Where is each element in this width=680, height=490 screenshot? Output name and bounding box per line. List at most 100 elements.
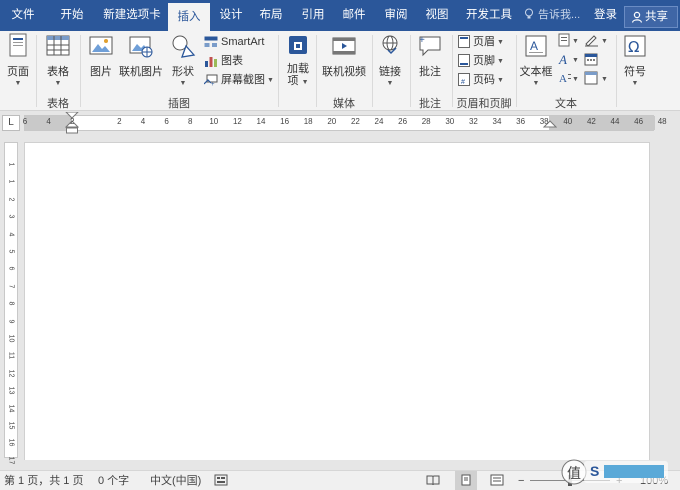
ruler-number: 6 <box>22 117 28 126</box>
share-button[interactable]: 共享 <box>624 6 678 28</box>
ruler-number: 14 <box>7 404 15 412</box>
shapes-button[interactable]: 形状 ▼ <box>168 33 198 87</box>
tab-layout[interactable]: 布局 <box>252 0 290 31</box>
picture-button[interactable]: 图片 <box>86 33 116 79</box>
svg-text:#: # <box>461 79 465 86</box>
online-video-button[interactable]: 联机视频 <box>322 33 366 79</box>
drop-cap-button[interactable]: A ▼ <box>558 71 580 89</box>
vertical-ruler[interactable]: 1 1 2 3 4 5 6 7 8 9 10 11 12 13 14 15 16 17 <box>4 142 18 464</box>
group-separator <box>372 35 373 107</box>
ruler-number: 9 <box>7 319 15 324</box>
chevron-down-icon: ▼ <box>497 39 504 46</box>
table-label: 表格 <box>47 66 69 78</box>
page-label: 页面 <box>7 66 29 78</box>
link-label: 链接 <box>379 66 401 78</box>
tab-mailings[interactable]: 邮件 <box>335 0 373 31</box>
tab-view[interactable]: 视图 <box>418 0 456 31</box>
page-button[interactable]: 页面 ▼ <box>4 33 32 87</box>
chart-button[interactable]: 图表 <box>204 52 243 70</box>
print-layout-icon[interactable] <box>455 471 477 490</box>
read-mode-icon[interactable] <box>426 471 440 490</box>
chart-icon <box>205 57 217 67</box>
horizontal-ruler[interactable]: 6 4 2 2 4 6 8 10 12 14 16 18 20 22 24 26 28 30 32 34 36 38 40 4… <box>23 112 667 134</box>
ruler-number: 38 <box>539 117 549 126</box>
screenshot-icon: + <box>203 74 218 88</box>
web-layout-icon[interactable] <box>490 471 504 490</box>
ruler-number: 6 <box>164 117 169 126</box>
svg-text:+: + <box>419 35 425 46</box>
tell-me-text: 告诉我... <box>538 9 581 21</box>
header-label: 页眉 <box>473 36 495 48</box>
svg-text:▼: ▼ <box>572 38 579 45</box>
page-number-button[interactable]: # 页码 ▼ <box>458 71 504 89</box>
ruler-number: 16 <box>280 117 290 126</box>
wordart-button[interactable]: A ▼ <box>558 52 580 70</box>
film-icon <box>332 37 356 55</box>
header-icon <box>458 35 470 48</box>
group-label-media: 媒体 <box>333 98 355 110</box>
document-page[interactable] <box>24 142 650 460</box>
signature-line-button[interactable]: ▼ <box>584 33 610 51</box>
shapes-label: 形状 <box>172 66 194 78</box>
table-button[interactable]: 表格 ▼ <box>42 33 74 87</box>
object-button[interactable]: ▼ <box>584 71 610 89</box>
ruler-number: 18 <box>303 117 313 126</box>
ruler-number: 26 <box>398 117 408 126</box>
online-picture-button[interactable]: 联机图片 <box>118 33 164 79</box>
ruler-number: 48 <box>657 117 667 126</box>
page-icon <box>9 33 27 57</box>
language-indicator[interactable]: 中文(中国) <box>150 471 201 490</box>
comment-button[interactable]: + 批注 <box>416 33 444 79</box>
tell-me-box[interactable]: 告诉我... <box>524 0 580 31</box>
document-area <box>22 134 680 460</box>
ruler-number: 8 <box>187 117 193 126</box>
page-count[interactable]: 第 1 页，共 1 页 <box>4 471 83 490</box>
tab-home[interactable]: 开始 <box>52 0 92 31</box>
ruler-number: 13 <box>7 386 15 395</box>
tab-review[interactable]: 审阅 <box>377 0 415 31</box>
vertical-scrollbar[interactable] <box>660 134 680 460</box>
footer-button[interactable]: 页脚 ▼ <box>458 52 504 70</box>
picture-icon <box>89 36 113 55</box>
group-separator <box>410 35 411 107</box>
group-separator <box>516 35 517 107</box>
zoom-out-button[interactable]: − <box>518 471 524 490</box>
ruler-number: 8 <box>7 301 15 306</box>
tab-file[interactable]: 文件 <box>4 0 42 31</box>
comment-icon: + <box>419 35 441 57</box>
ruler-number: 30 <box>445 117 455 126</box>
symbol-button[interactable]: Ω 符号 ▼ <box>620 33 650 87</box>
quick-parts-button[interactable]: ▼ <box>558 33 580 51</box>
group-separator <box>278 35 279 107</box>
group-separator <box>616 35 617 107</box>
page-number-label: 页码 <box>473 74 495 86</box>
tab-references[interactable]: 引用 <box>294 0 332 31</box>
person-icon <box>631 11 643 23</box>
tab-design[interactable]: 设计 <box>212 0 250 31</box>
share-label: 共享 <box>645 11 668 23</box>
textbox-button[interactable]: A 文本框 ▼ <box>518 33 554 87</box>
tab-new-tab[interactable]: 新建选项卡 <box>97 0 167 31</box>
link-button[interactable]: 链接 ▼ <box>376 33 404 87</box>
tab-developer[interactable]: 开发工具 <box>460 0 518 31</box>
ruler-area: L 6 4 2 2 4 6 8 10 12 14 16 18 20 22 24 26 28 30 32 34 36 38 4… <box>0 111 680 134</box>
addins-button[interactable]: 加载项 ▼ <box>284 33 312 89</box>
ruler-number: 3 <box>7 214 15 219</box>
tab-insert[interactable]: 插入 <box>168 3 210 34</box>
omega-icon: Ω <box>624 35 646 57</box>
svg-text:A: A <box>559 73 567 85</box>
ruler-number: 12 <box>7 369 15 378</box>
online-picture-label: 联机图片 <box>119 66 163 78</box>
login-link[interactable]: 登录 <box>594 0 617 31</box>
date-time-button[interactable] <box>584 52 610 70</box>
header-button[interactable]: 页眉 ▼ <box>458 33 504 51</box>
ruler-number: 2 <box>7 197 15 202</box>
word-count[interactable]: 0 个字 <box>98 471 129 490</box>
chevron-down-icon: ▼ <box>631 80 639 87</box>
smartart-button[interactable]: SmartArt <box>204 33 264 51</box>
screenshot-button[interactable]: + 屏幕截图 ▼ <box>203 71 274 89</box>
store-icon <box>289 36 307 54</box>
ruler-number: 14 <box>256 117 266 126</box>
macro-record-icon[interactable] <box>214 471 228 490</box>
ruler-number: 46 <box>634 117 644 126</box>
